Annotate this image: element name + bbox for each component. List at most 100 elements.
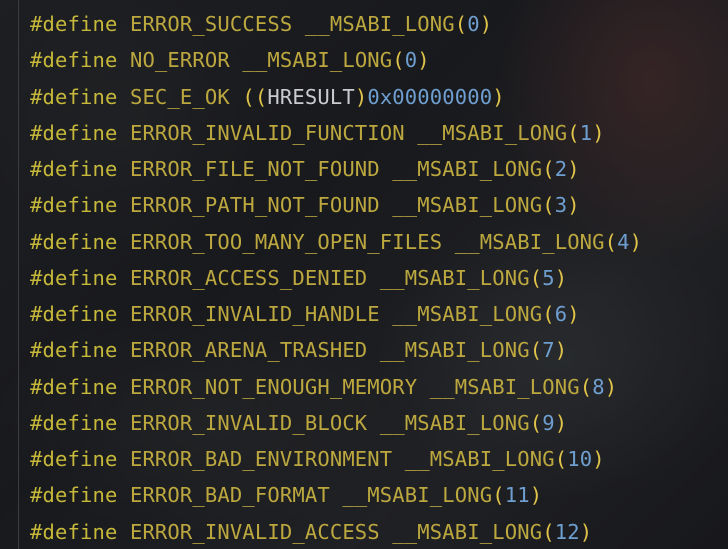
macro-call: __MSABI_LONG (304, 12, 455, 36)
number-literal: 5 (542, 265, 555, 290)
code-line[interactable]: #define ERROR_INVALID_HANDLE __MSABI_LON… (30, 296, 642, 332)
code-line[interactable]: #define ERROR_TOO_MANY_OPEN_FILES __MSAB… (30, 224, 642, 260)
close-paren: ) (567, 193, 580, 218)
directive-keyword: #define (30, 519, 118, 544)
directive-keyword: #define (30, 410, 118, 435)
code-line[interactable]: #define ERROR_SUCCESS __MSABI_LONG(0) (30, 6, 642, 42)
close-paren: ) (592, 447, 605, 471)
close-paren: ) (604, 374, 618, 399)
number-literal: 7 (542, 338, 555, 363)
close-paren: ) (529, 483, 543, 508)
macro-call: __MSABI_LONG (242, 48, 393, 73)
code-line[interactable]: #define ERROR_BAD_ENVIRONMENT __MSABI_LO… (30, 441, 642, 477)
open-paren: ( (542, 157, 555, 181)
macro-name: ERROR_ACCESS_DENIED (129, 265, 368, 290)
macro-name: ERROR_BAD_FORMAT (129, 483, 330, 508)
macro-call: __MSABI_LONG (392, 302, 543, 326)
macro-call: __MSABI_LONG (342, 483, 493, 508)
code-line[interactable]: #define ERROR_PATH_NOT_FOUND __MSABI_LON… (30, 187, 642, 223)
directive-keyword: #define (30, 338, 118, 363)
macro-call: __MSABI_LONG (417, 120, 568, 145)
code-line[interactable]: #define ERROR_NOT_ENOUGH_MEMORY __MSABI_… (30, 369, 642, 405)
macro-call: __MSABI_LONG (429, 374, 580, 399)
open-paren: (( (242, 84, 268, 109)
open-paren: ( (579, 374, 593, 399)
macro-call: __MSABI_LONG (379, 338, 530, 363)
macro-name: ERROR_PATH_NOT_FOUND (129, 193, 380, 218)
close-paren: ) (592, 120, 605, 145)
macro-name: ERROR_INVALID_HANDLE (129, 302, 380, 326)
number-literal: 8 (592, 374, 605, 399)
directive-keyword: #define (30, 374, 118, 399)
code-editor[interactable]: #define ERROR_SUCCESS __MSABI_LONG(0) #d… (30, 6, 642, 549)
number-literal: 11 (504, 483, 530, 508)
code-line[interactable]: #define NO_ERROR __MSABI_LONG(0) (30, 42, 642, 78)
open-paren: ( (492, 483, 505, 508)
number-literal: 0 (404, 48, 418, 73)
close-paren: ) (554, 265, 568, 290)
directive-keyword: #define (30, 157, 118, 181)
directive-keyword: #define (30, 120, 118, 145)
number-literal: 9 (542, 410, 555, 435)
macro-name: ERROR_INVALID_BLOCK (129, 410, 368, 435)
macro-name: ERROR_ARENA_TRASHED (129, 338, 368, 363)
number-literal: 10 (567, 447, 593, 471)
macro-name: ERROR_FILE_NOT_FOUND (129, 157, 380, 181)
code-line[interactable]: #define ERROR_ACCESS_DENIED __MSABI_LONG… (30, 260, 642, 296)
macro-call: __MSABI_LONG (392, 519, 543, 544)
open-paren: ( (542, 519, 555, 544)
macro-name: ERROR_TOO_MANY_OPEN_FILES (129, 229, 443, 254)
directive-keyword: #define (30, 48, 118, 73)
macro-name: ERROR_NOT_ENOUGH_MEMORY (129, 374, 418, 399)
open-paren: ( (454, 12, 468, 36)
directive-keyword: #define (30, 84, 118, 109)
macro-name: ERROR_BAD_ENVIRONMENT (129, 447, 393, 471)
macro-name: ERROR_SUCCESS (129, 12, 293, 36)
code-line[interactable]: #define ERROR_ARENA_TRASHED __MSABI_LONG… (30, 332, 642, 368)
close-paren: ) (354, 84, 368, 109)
close-paren: ) (554, 338, 568, 363)
close-paren: ) (417, 48, 430, 73)
open-paren: ( (604, 229, 618, 254)
open-paren: ( (529, 265, 543, 290)
open-paren: ( (542, 302, 555, 326)
directive-keyword: #define (30, 302, 118, 326)
number-literal: 3 (554, 193, 568, 218)
number-literal: 1 (579, 120, 593, 145)
code-line[interactable]: #define SEC_E_OK ((HRESULT)0x00000000) (30, 79, 642, 115)
number-literal: 4 (617, 229, 630, 254)
macro-call: __MSABI_LONG (379, 265, 530, 290)
close-paren: ) (579, 519, 593, 544)
open-paren: ( (554, 447, 568, 471)
macro-name: ERROR_INVALID_FUNCTION (129, 120, 405, 145)
open-paren: ( (567, 120, 580, 145)
close-paren: ) (567, 157, 580, 181)
open-paren: ( (529, 338, 543, 363)
number-literal: 6 (554, 302, 568, 326)
macro-name: ERROR_INVALID_ACCESS (129, 519, 380, 544)
code-line[interactable]: #define ERROR_INVALID_ACCESS __MSABI_LON… (30, 514, 642, 549)
directive-keyword: #define (30, 193, 118, 218)
gutter-divider (18, 0, 19, 549)
code-line[interactable]: #define ERROR_FILE_NOT_FOUND __MSABI_LON… (30, 151, 642, 187)
directive-keyword: #define (30, 12, 118, 36)
close-paren: ) (554, 410, 568, 435)
open-paren: ( (542, 193, 555, 218)
close-paren: ) (492, 84, 505, 109)
open-paren: ( (392, 48, 405, 73)
macro-name: SEC_E_OK (129, 84, 230, 109)
directive-keyword: #define (30, 229, 118, 254)
directive-keyword: #define (30, 265, 118, 290)
number-literal: 0 (467, 12, 480, 36)
number-literal: 12 (554, 519, 580, 544)
macro-call: __MSABI_LONG (454, 229, 605, 254)
close-paren: ) (629, 229, 643, 254)
code-line[interactable]: #define ERROR_BAD_FORMAT __MSABI_LONG(11… (30, 477, 642, 513)
macro-call: __MSABI_LONG (392, 193, 543, 218)
macro-name: NO_ERROR (129, 48, 230, 73)
code-line[interactable]: #define ERROR_INVALID_BLOCK __MSABI_LONG… (30, 405, 642, 441)
close-paren: ) (567, 302, 580, 326)
directive-keyword: #define (30, 447, 118, 471)
code-line[interactable]: #define ERROR_INVALID_FUNCTION __MSABI_L… (30, 115, 642, 151)
number-literal: 0x00000000 (367, 84, 493, 109)
